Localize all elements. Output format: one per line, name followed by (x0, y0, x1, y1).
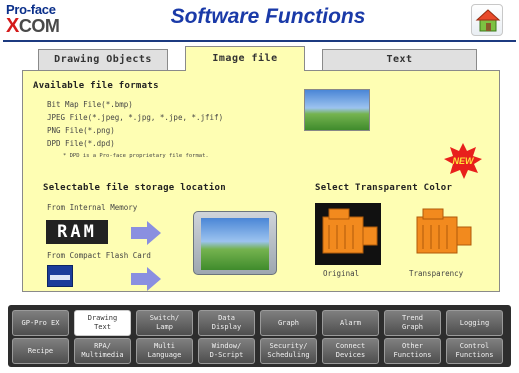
format-item-dpd: DPD File(*.dpd) (47, 139, 115, 148)
tab-image-file[interactable]: Image file (185, 46, 305, 71)
nav-graph[interactable]: Graph (260, 310, 317, 336)
compact-flash-label: From Compact Flash Card (47, 251, 151, 260)
motor-transparency-image (416, 208, 472, 254)
arrow-right-icon (131, 267, 161, 291)
tab-text[interactable]: Text (322, 49, 477, 70)
nav-control-functions[interactable]: Control Functions (446, 338, 503, 364)
svg-text:NEW: NEW (453, 156, 476, 166)
internal-memory-label: From Internal Memory (47, 203, 138, 212)
nav-other-functions[interactable]: Other Functions (384, 338, 441, 364)
device-screen-image (201, 218, 269, 270)
function-nav-bar: GP-Pro EX Drawing Text Switch/ Lamp Data… (8, 305, 511, 367)
nav-connect-devices[interactable]: Connect Devices (322, 338, 379, 364)
home-icon (475, 9, 501, 32)
format-item-jpeg: JPEG File(*.jpeg, *.jpg, *.jpe, *.jfif) (47, 113, 224, 122)
nav-rpa-multimedia[interactable]: RPA/ Multimedia (74, 338, 131, 364)
nav-data-display[interactable]: Data Display (198, 310, 255, 336)
compact-flash-card-icon (47, 265, 73, 287)
logo-xycom-text: XCOM (6, 15, 60, 37)
nav-recipe[interactable]: Recipe (12, 338, 69, 364)
nav-drawing-text[interactable]: Drawing Text (74, 310, 131, 336)
home-button[interactable] (471, 4, 503, 36)
nav-gp-pro-ex[interactable]: GP-Pro EX (12, 310, 69, 336)
arrow-right-icon (131, 221, 161, 245)
motor-original-image (315, 203, 381, 265)
header-divider (3, 40, 516, 42)
formats-heading: Available file formats (33, 81, 159, 91)
nav-logging[interactable]: Logging (446, 310, 503, 336)
nav-trend-graph[interactable]: Trend Graph (384, 310, 441, 336)
nav-multi-language[interactable]: Multi Language (136, 338, 193, 364)
new-badge-icon: NEW (444, 143, 482, 179)
image-file-panel: Available file formats Bit Map File(*.bm… (22, 70, 500, 292)
original-label: Original (323, 269, 360, 278)
hmi-display-device (193, 211, 277, 275)
nav-alarm[interactable]: Alarm (322, 310, 379, 336)
storage-heading: Selectable file storage location (43, 183, 226, 193)
nav-window-dscript[interactable]: Window/ D-Script (198, 338, 255, 364)
tab-drawing-objects[interactable]: Drawing Objects (38, 49, 168, 70)
nav-switch-lamp[interactable]: Switch/ Lamp (136, 310, 193, 336)
sample-image-thumbnail (304, 89, 370, 131)
format-item-png: PNG File(*.png) (47, 126, 115, 135)
transparent-color-heading: Select Transparent Color (315, 183, 453, 193)
nav-security-scheduling[interactable]: Security/ Scheduling (260, 338, 317, 364)
ram-icon: RAM (46, 220, 108, 244)
transparency-label: Transparency (409, 269, 464, 278)
proface-xycom-logo: Pro-face XCOM (6, 2, 66, 40)
format-item-bmp: Bit Map File(*.bmp) (47, 100, 133, 109)
dpd-note: * DPD is a Pro-face proprietary file for… (63, 153, 209, 159)
page-title: Software Functions (170, 5, 366, 28)
